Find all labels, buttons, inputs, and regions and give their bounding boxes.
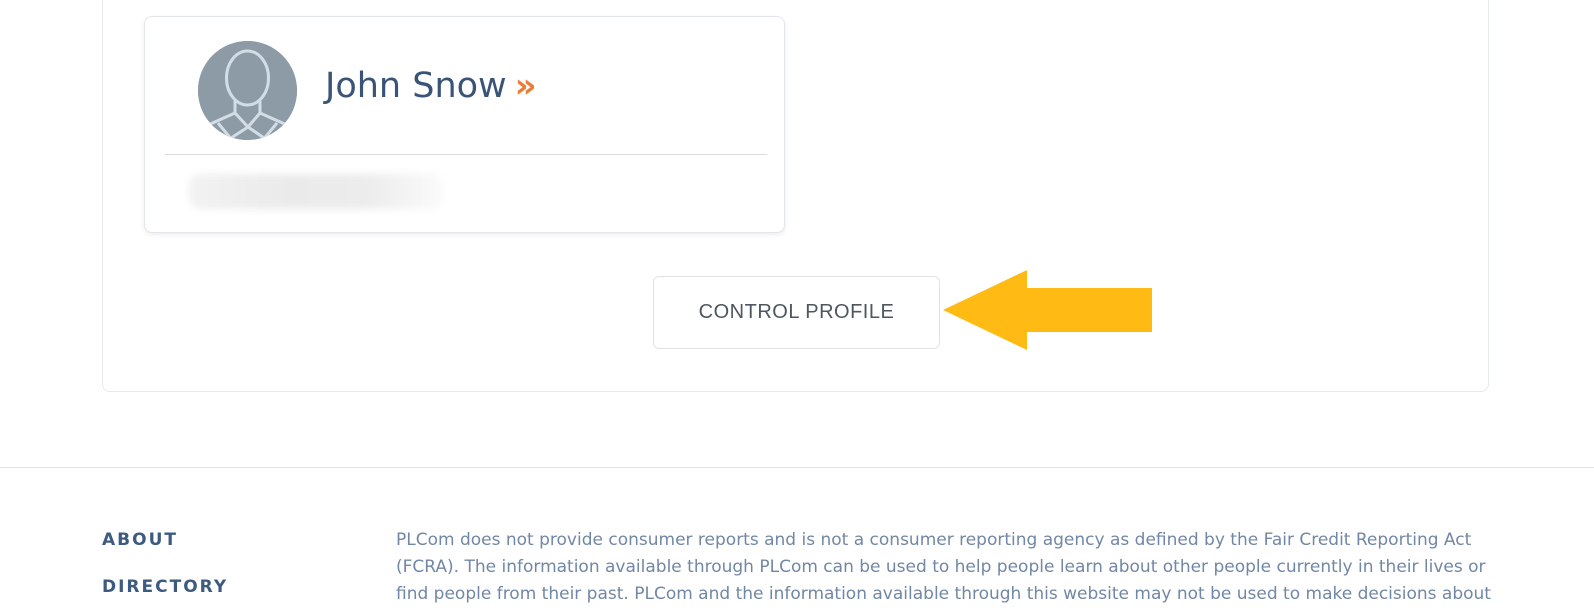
footer-link-about[interactable]: ABOUT (102, 530, 178, 550)
redacted-detail (189, 174, 443, 209)
profile-name[interactable]: John Snow (325, 66, 507, 106)
profile-card[interactable]: John Snow » (144, 16, 785, 233)
profile-name-link[interactable]: John Snow » (325, 66, 537, 106)
arrow-left-icon (943, 270, 1152, 350)
card-divider (165, 154, 767, 155)
double-chevron-right-icon: » (514, 66, 537, 106)
person-silhouette-icon (198, 41, 297, 140)
footer-link-directory[interactable]: DIRECTORY (102, 577, 228, 597)
legal-disclaimer: PLCom does not provide consumer reports … (396, 530, 1491, 604)
control-profile-button[interactable]: CONTROL PROFILE (653, 276, 940, 349)
footer-divider (0, 467, 1594, 468)
